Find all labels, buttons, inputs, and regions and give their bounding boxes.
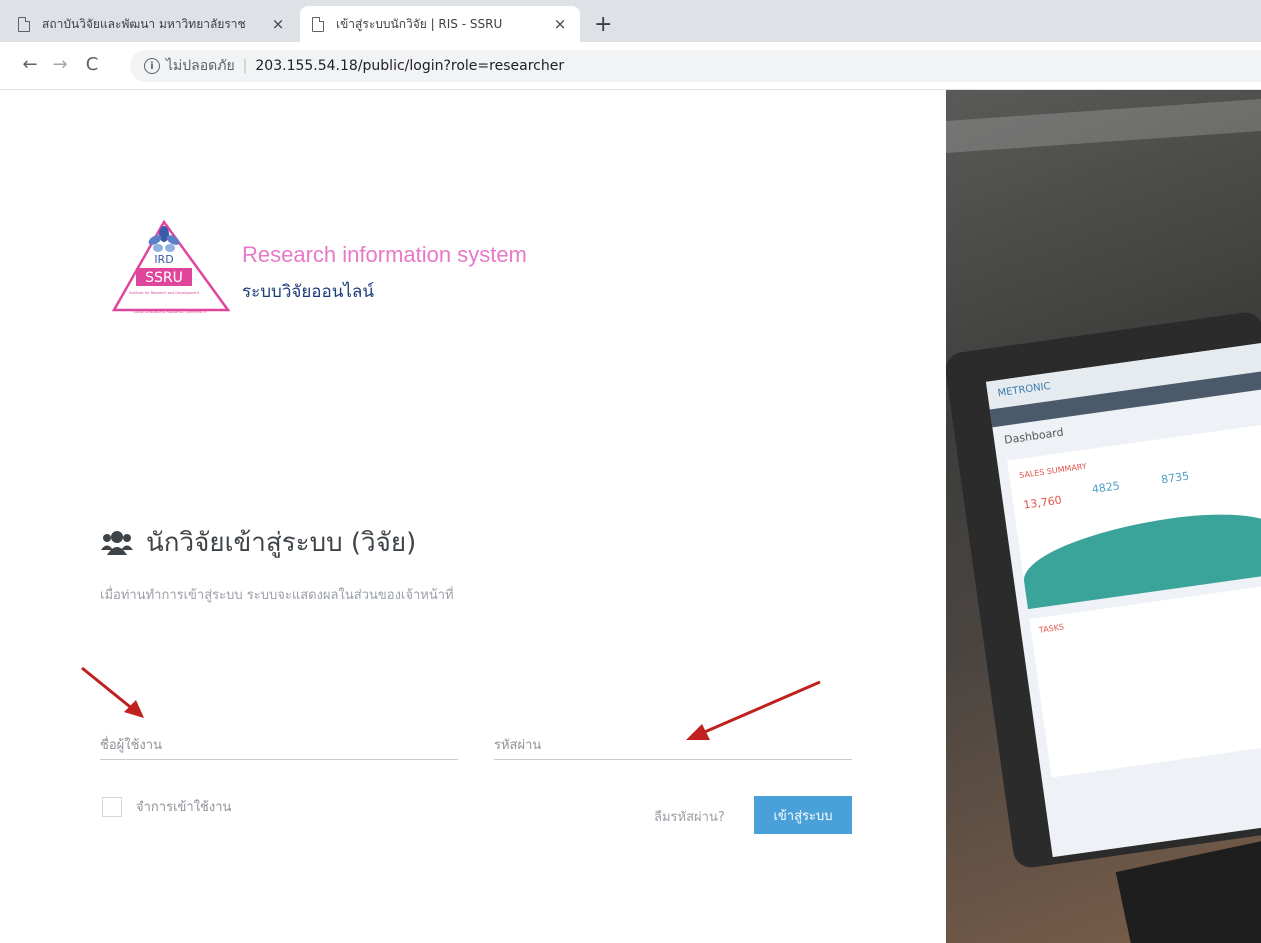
screen-card-title: SALES SUMMARY bbox=[1018, 461, 1088, 481]
info-icon[interactable]: i bbox=[144, 58, 160, 74]
login-button[interactable]: เข้าสู่ระบบ bbox=[754, 796, 852, 834]
browser-tabstrip: สถาบันวิจัยและพัฒนา มหาวิทยาลัยราช × เข้… bbox=[0, 0, 1261, 42]
screen-value-b: 4825 bbox=[1091, 479, 1121, 497]
page-viewport: IRD SSRU Institute for Research and Deve… bbox=[0, 90, 1261, 943]
logo-tagline: Institute for Research and Development bbox=[129, 291, 200, 295]
url-text[interactable]: 203.155.54.18/public/login?role=research… bbox=[255, 58, 564, 74]
forgot-password-link[interactable]: ลืมรหัสผ่าน? bbox=[654, 806, 725, 827]
browser-toolbar: ← → C i ไม่ปลอดภัย | 203.155.54.18/publi… bbox=[0, 42, 1261, 90]
brand-title: Research information system bbox=[242, 242, 527, 267]
password-input[interactable] bbox=[494, 720, 852, 759]
remember-checkbox[interactable] bbox=[102, 796, 122, 817]
remember-me[interactable]: จำการเข้าใช้งาน bbox=[102, 796, 231, 817]
annotation-arrow-username bbox=[81, 666, 144, 718]
remember-label: จำการเข้าใช้งาน bbox=[136, 800, 232, 815]
forward-button[interactable]: → bbox=[48, 54, 72, 75]
username-field bbox=[100, 720, 458, 760]
reload-button[interactable]: C bbox=[80, 54, 104, 75]
tab-ris-login[interactable]: เข้าสู่ระบบนักวิจัย | RIS - SSRU × bbox=[300, 6, 580, 42]
security-label[interactable]: ไม่ปลอดภัย bbox=[166, 55, 235, 77]
ssru-ird-logo: IRD SSRU Institute for Research and Deve… bbox=[111, 219, 231, 314]
page-icon bbox=[312, 16, 324, 32]
logo-footer: SUAN SUNANDHA RAJABHAT UNIVERSITY bbox=[133, 310, 207, 314]
password-field bbox=[494, 720, 852, 760]
login-description: เมื่อท่านทำการเข้าสู่ระบบ ระบบจะแสดงผลใน… bbox=[100, 588, 454, 603]
tab-title: เข้าสู่ระบบนักวิจัย | RIS - SSRU bbox=[336, 16, 503, 31]
login-heading-text: นักวิจัยเข้าสู่ระบบ (วิจัย) bbox=[146, 528, 417, 558]
new-tab-button[interactable]: + bbox=[594, 12, 612, 37]
tab-research-institute[interactable]: สถาบันวิจัยและพัฒนา มหาวิทยาลัยราช × bbox=[18, 6, 298, 42]
background-photo: METRONIC Dashboard SALES SUMMARY 13,760 … bbox=[946, 90, 1261, 943]
address-bar[interactable]: i ไม่ปลอดภัย | 203.155.54.18/public/logi… bbox=[130, 50, 1261, 82]
address-separator: | bbox=[242, 58, 248, 74]
flower-icon bbox=[148, 226, 180, 252]
logo-ird-text: IRD bbox=[154, 253, 173, 266]
brand-subtitle: ระบบวิจัยออนไลน์ bbox=[242, 282, 374, 302]
login-heading: นักวิจัยเข้าสู่ระบบ (วิจัย) bbox=[100, 522, 416, 563]
page-icon bbox=[18, 16, 30, 32]
close-icon[interactable]: × bbox=[548, 15, 572, 33]
users-icon bbox=[101, 530, 133, 555]
screen-value-c: 8735 bbox=[1160, 469, 1190, 487]
logo-ssru-text: SSRU bbox=[145, 270, 183, 286]
close-icon[interactable]: × bbox=[266, 15, 290, 33]
tab-title: สถาบันวิจัยและพัฒนา มหาวิทยาลัยราช bbox=[42, 16, 246, 31]
screen-value-a: 13,760 bbox=[1022, 493, 1063, 512]
back-button[interactable]: ← bbox=[18, 54, 42, 75]
lamp-shape bbox=[946, 98, 1261, 154]
username-input[interactable] bbox=[100, 720, 458, 759]
screen-tasks-card: TASKS bbox=[1029, 582, 1261, 778]
screen-card: SALES SUMMARY 13,760 4825 8735 bbox=[1007, 424, 1261, 610]
